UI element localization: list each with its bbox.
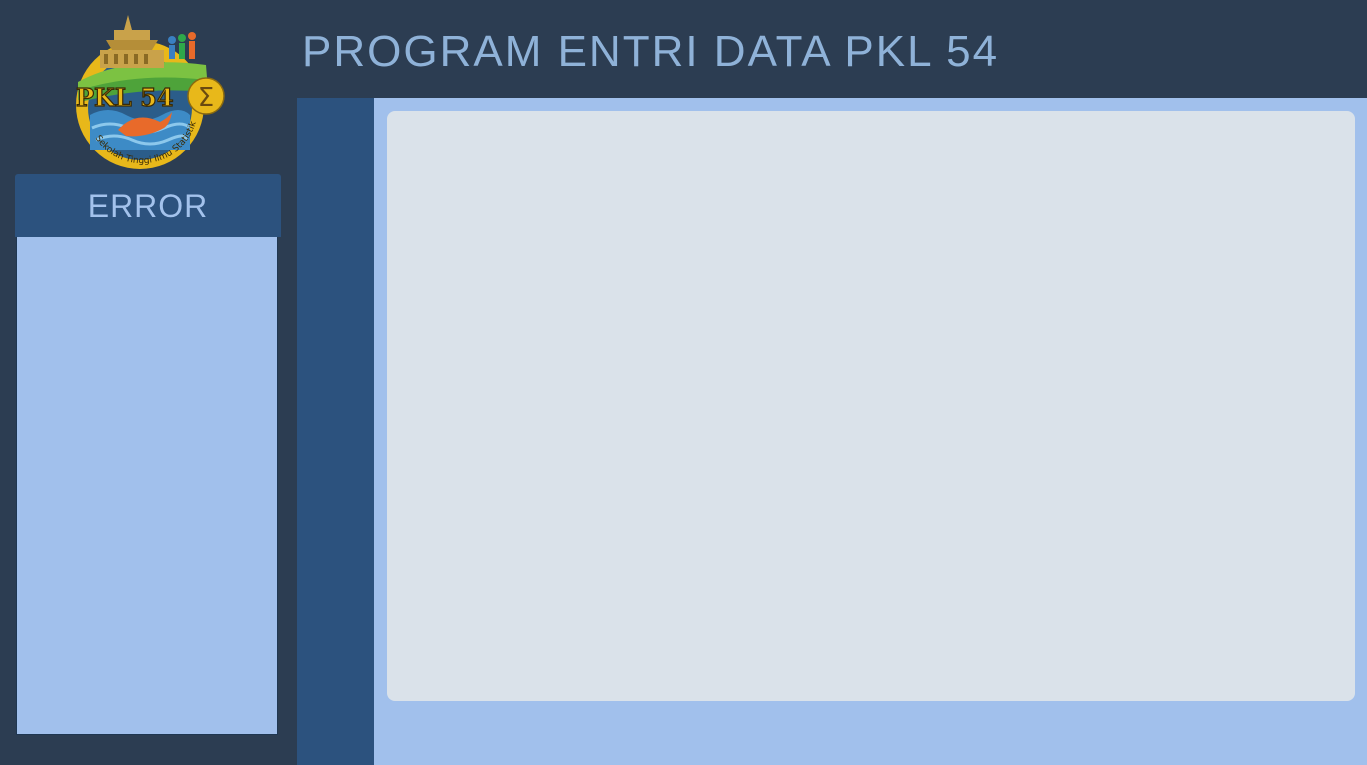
- app-window: PKL 54 Σ Sekolah Tinggi Ilmu Statistik P…: [0, 0, 1367, 765]
- sigma-icon: Σ: [198, 83, 214, 113]
- navigation-strip: [297, 98, 374, 765]
- pkl54-logo: PKL 54 Σ Sekolah Tinggi Ilmu Statistik: [75, 15, 225, 169]
- data-entry-area[interactable]: [387, 111, 1355, 701]
- error-list[interactable]: [16, 237, 278, 735]
- logo-text: PKL 54: [76, 83, 174, 112]
- page-title: PROGRAM ENTRI DATA PKL 54: [302, 27, 1000, 76]
- main-workspace: [374, 98, 1367, 765]
- error-panel: ERROR: [15, 174, 281, 737]
- error-panel-header: ERROR: [15, 174, 281, 237]
